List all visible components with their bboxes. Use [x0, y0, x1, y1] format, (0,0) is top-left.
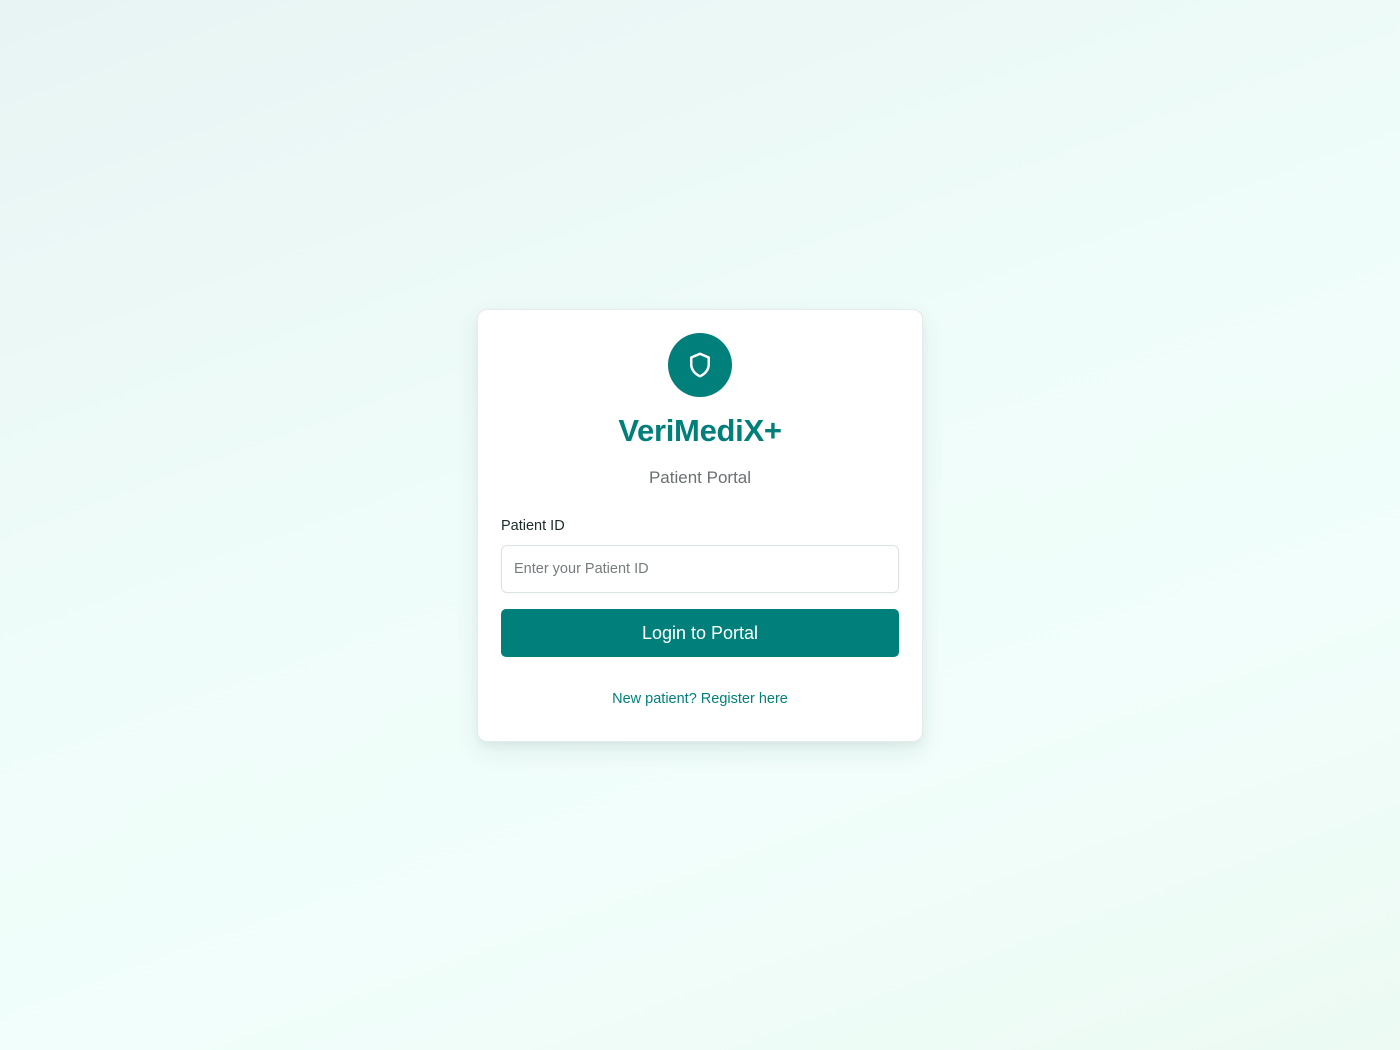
patient-id-label: Patient ID [501, 518, 565, 534]
patient-id-input[interactable] [501, 545, 899, 593]
register-link[interactable]: New patient? Register here [478, 690, 922, 708]
brand-title: VeriMediX+ [618, 413, 782, 448]
brand-logo [668, 333, 732, 397]
shield-icon [690, 352, 710, 378]
brand-subtitle: Patient Portal [648, 468, 752, 487]
login-card: VeriMediX+ Patient Portal Patient ID Log… [477, 309, 923, 742]
login-button[interactable]: Login to Portal [501, 609, 899, 657]
